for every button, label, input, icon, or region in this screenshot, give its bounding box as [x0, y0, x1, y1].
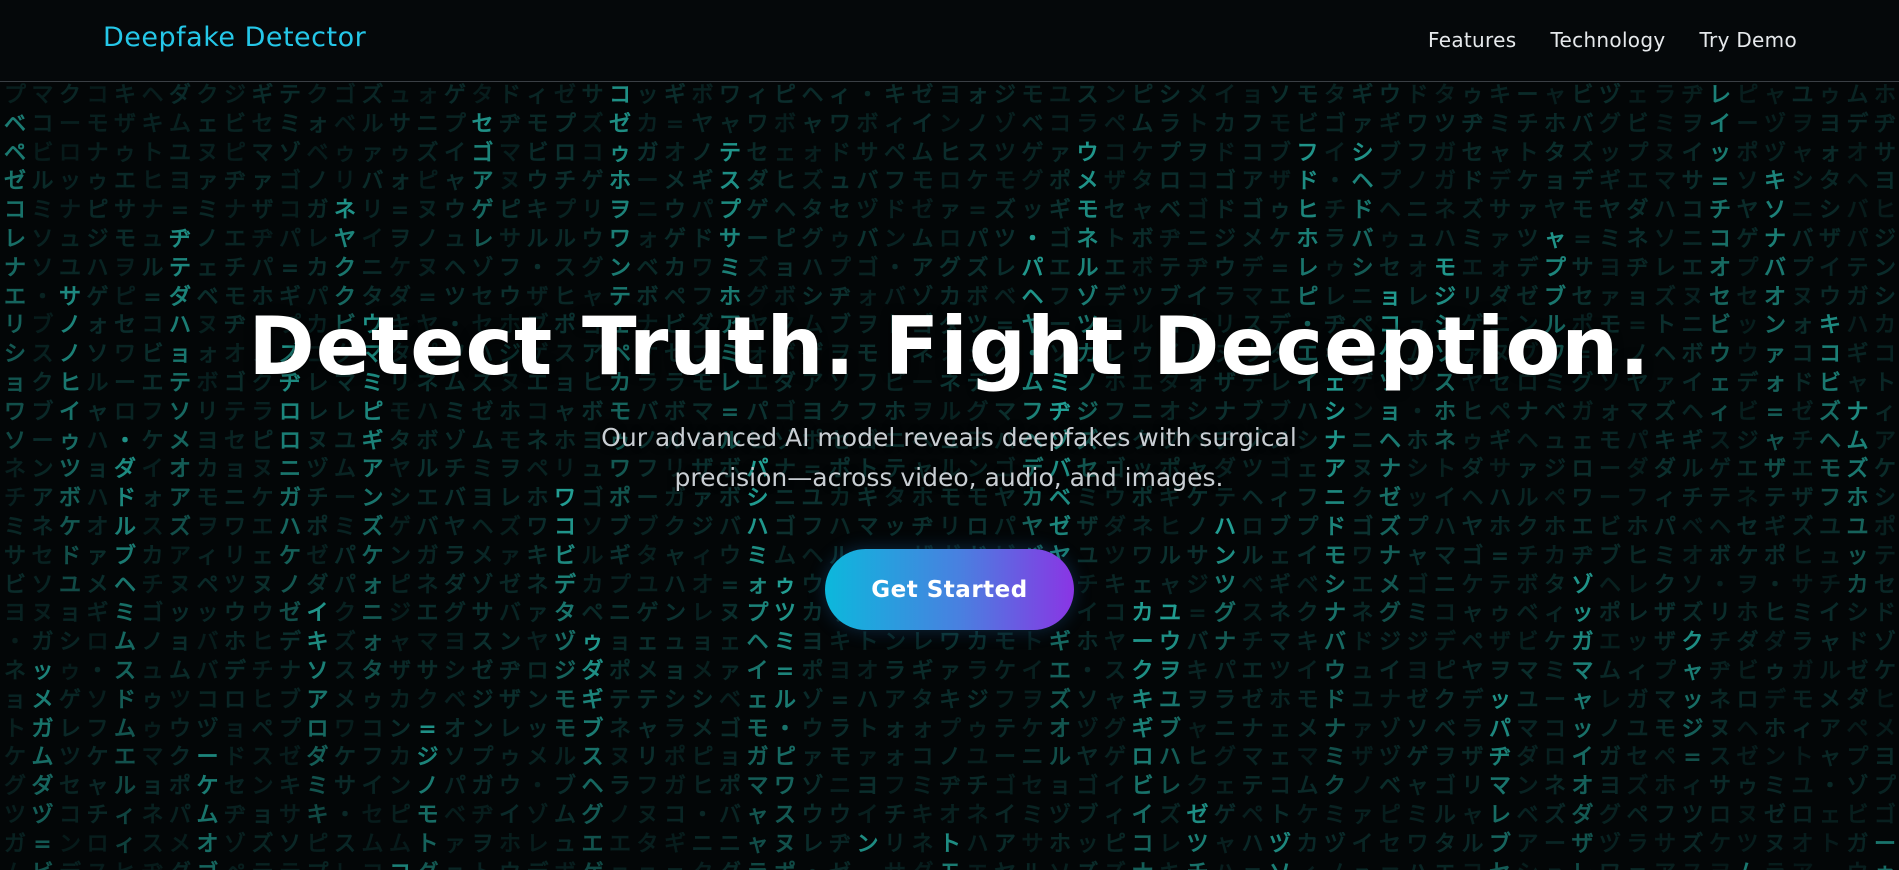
hero-title: Detect Truth. Fight Deception.: [248, 300, 1651, 393]
get-started-button[interactable]: Get Started: [825, 549, 1074, 630]
nav-links: Features Technology Try Demo: [1428, 28, 1797, 52]
nav-link-features[interactable]: Features: [1428, 28, 1516, 52]
hero-section: Detect Truth. Fight Deception. Our advan…: [0, 82, 1899, 870]
nav-link-technology[interactable]: Technology: [1550, 28, 1665, 52]
top-navbar: Deepfake Detector Features Technology Tr…: [0, 0, 1899, 82]
hero-subtitle: Our advanced AI model reveals deepfakes …: [601, 423, 1297, 492]
nav-link-try-demo[interactable]: Try Demo: [1699, 28, 1797, 52]
brand-logo-link[interactable]: Deepfake Detector: [103, 22, 366, 53]
landing-page: プベペゼコレナエリショワソネチミサビヨ・ネョトケグツガムマコビルミソソ・ブスクブ…: [0, 0, 1899, 870]
